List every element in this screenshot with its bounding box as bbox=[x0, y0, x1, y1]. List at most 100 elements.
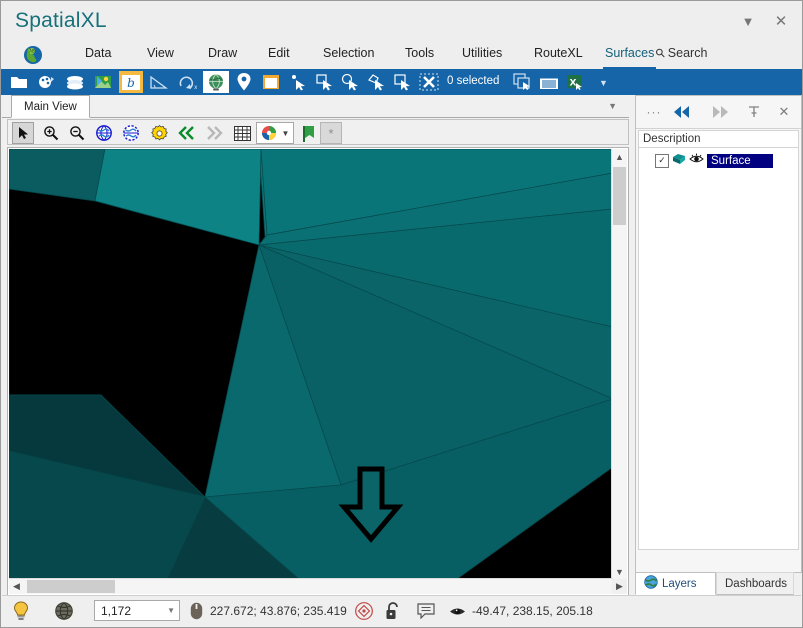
measure-angle-icon[interactable] bbox=[147, 71, 171, 93]
application-window: SpatialXL ▼ ✕ AB Data View Draw Edit Sel… bbox=[0, 0, 803, 628]
duplicate-window-icon[interactable] bbox=[511, 71, 535, 93]
document-tab-strip: Main View ▼ bbox=[2, 95, 629, 118]
select-circle-icon[interactable] bbox=[339, 71, 363, 93]
globe-zoom-selected-icon[interactable] bbox=[120, 122, 142, 144]
tab-layers[interactable]: Layers bbox=[635, 572, 716, 595]
menu-item-routexl[interactable]: RouteXL bbox=[530, 46, 587, 64]
select-rectangle-icon[interactable] bbox=[313, 71, 337, 93]
chevron-down-icon[interactable]: ▼ bbox=[167, 606, 175, 615]
scale-combo-value: 1,172 bbox=[101, 603, 132, 618]
rotate-axis-icon[interactable]: x bbox=[175, 71, 199, 93]
more-options-icon[interactable]: ··· bbox=[642, 101, 666, 123]
select-crop-icon[interactable] bbox=[391, 71, 415, 93]
globe-icon[interactable] bbox=[203, 71, 229, 93]
close-panel-icon[interactable]: ✕ bbox=[772, 101, 796, 123]
chevron-left-icon[interactable]: ◀ bbox=[9, 579, 24, 594]
pointer-arrow-icon[interactable] bbox=[12, 122, 34, 144]
excel-export-icon[interactable]: X bbox=[563, 71, 587, 93]
select-point-icon[interactable] bbox=[287, 71, 311, 93]
chevron-right-icon[interactable]: ▶ bbox=[612, 579, 627, 594]
surface-b-icon[interactable]: b bbox=[119, 71, 143, 93]
asterisk-glyph: * bbox=[328, 125, 334, 141]
zoom-in-icon[interactable] bbox=[40, 122, 62, 144]
scale-combo-box[interactable]: 1,172 ▼ bbox=[94, 600, 180, 621]
3d-viewport-canvas[interactable]: y x z 30m bbox=[9, 149, 613, 579]
message-balloon-icon[interactable] bbox=[417, 596, 435, 626]
svg-text:X: X bbox=[570, 79, 577, 89]
lightbulb-icon[interactable] bbox=[12, 596, 30, 626]
layout-window-icon[interactable] bbox=[259, 71, 283, 93]
svg-text:AB: AB bbox=[29, 49, 35, 54]
asterisk-icon[interactable]: * bbox=[320, 122, 342, 144]
tab-layers-label: Layers bbox=[662, 577, 697, 590]
layers-panel: ··· ✕ Description ✓ Surface bbox=[635, 95, 802, 573]
status-bar: 1,172 ▼ 227.672; 43.876; 235.419 -49.47,… bbox=[2, 595, 801, 626]
globe-layers-icon bbox=[644, 575, 658, 592]
layers-tree: ✓ Surface bbox=[638, 148, 799, 550]
chevron-up-icon[interactable]: ▲ bbox=[612, 149, 627, 164]
grid-icon[interactable] bbox=[231, 122, 253, 144]
menu-item-data[interactable]: Data bbox=[81, 46, 115, 64]
search-label: Search bbox=[667, 46, 708, 60]
previous-view-icon[interactable] bbox=[176, 122, 198, 144]
color-legend-icon[interactable]: ▼ bbox=[256, 122, 294, 144]
title-bar: SpatialXL ▼ ✕ bbox=[1, 1, 802, 41]
pin-icon[interactable] bbox=[742, 101, 766, 123]
layers-panel-toolbar: ··· ✕ bbox=[636, 96, 801, 129]
snap-target-icon[interactable] bbox=[354, 596, 374, 626]
tab-main-view[interactable]: Main View bbox=[11, 95, 90, 118]
globe-zoom-extents-icon[interactable] bbox=[93, 122, 115, 144]
camera-coordinates: -49.47, 238.15, 205.18 bbox=[472, 604, 593, 618]
viewport-frame: y x z 30m bbox=[7, 147, 629, 596]
select-polygon-icon[interactable] bbox=[365, 71, 389, 93]
view-toolbar: ▼ * bbox=[7, 119, 629, 145]
chevron-down-icon[interactable]: ▼ bbox=[612, 564, 627, 579]
menu-item-edit[interactable]: Edit bbox=[264, 46, 294, 64]
checkbox-checked-icon[interactable]: ✓ bbox=[655, 153, 669, 168]
expand-right-icon[interactable] bbox=[708, 101, 732, 123]
down-arrow-cursor-icon bbox=[338, 465, 404, 545]
map-pin-icon[interactable] bbox=[233, 71, 255, 93]
eye-icon bbox=[449, 596, 466, 626]
palette-settings-icon[interactable] bbox=[35, 71, 59, 93]
list-item[interactable]: ✓ Surface bbox=[655, 152, 773, 169]
layers-column-header: Description bbox=[638, 130, 799, 148]
layer-label-surface[interactable]: Surface bbox=[707, 153, 773, 168]
tab-dashboards-label: Dashboards bbox=[725, 577, 788, 590]
menu-item-utilities[interactable]: Utilities bbox=[458, 46, 506, 64]
titlebar-dropdown-caret-icon[interactable]: ▼ bbox=[736, 11, 760, 31]
table-report-icon[interactable] bbox=[537, 71, 561, 93]
app-title: SpatialXL bbox=[15, 9, 107, 32]
viewport-vertical-scrollbar[interactable]: ▲ ▼ bbox=[611, 149, 627, 579]
bookmark-flag-icon[interactable] bbox=[298, 122, 320, 144]
open-folder-icon[interactable] bbox=[7, 71, 31, 93]
next-view-icon[interactable] bbox=[203, 122, 225, 144]
unlocked-padlock-icon[interactable] bbox=[385, 596, 401, 626]
menu-item-surfaces-label: Surfaces bbox=[605, 46, 655, 60]
collapse-left-icon[interactable] bbox=[670, 101, 694, 123]
menu-item-view[interactable]: View bbox=[143, 46, 178, 64]
app-globe-logo-icon[interactable]: AB bbox=[23, 45, 43, 65]
color-legend-caret-icon[interactable]: ▼ bbox=[282, 129, 290, 138]
clear-selection-icon[interactable] bbox=[417, 71, 441, 93]
wireframe-globe-icon[interactable] bbox=[54, 596, 74, 626]
search-button[interactable]: ⚲Search bbox=[652, 45, 708, 61]
view-settings-gear-icon[interactable] bbox=[148, 122, 170, 144]
layers-stack-icon[interactable] bbox=[63, 71, 87, 93]
horizontal-scroll-thumb[interactable] bbox=[27, 580, 115, 593]
map-image-icon[interactable] bbox=[91, 71, 115, 93]
menu-item-selection[interactable]: Selection bbox=[319, 46, 378, 64]
vertical-scroll-thumb[interactable] bbox=[613, 167, 626, 225]
toolbar-overflow-caret-icon[interactable]: ▼ bbox=[599, 78, 608, 88]
tab-dashboards[interactable]: Dashboards bbox=[716, 572, 794, 595]
svg-text:b: b bbox=[127, 76, 135, 90]
main-toolbar: b x 0 selected X ▼ bbox=[1, 69, 802, 95]
eye-visible-icon[interactable] bbox=[689, 153, 704, 168]
close-icon[interactable]: ✕ bbox=[769, 11, 793, 31]
tabstrip-overflow-caret-icon[interactable]: ▼ bbox=[608, 101, 617, 111]
viewport-horizontal-scrollbar[interactable]: ◀ bbox=[9, 578, 613, 594]
menu-item-tools[interactable]: Tools bbox=[401, 46, 438, 64]
menu-item-surfaces[interactable]: Surfaces bbox=[601, 46, 658, 69]
menu-item-draw[interactable]: Draw bbox=[204, 46, 241, 64]
zoom-out-icon[interactable] bbox=[66, 122, 88, 144]
